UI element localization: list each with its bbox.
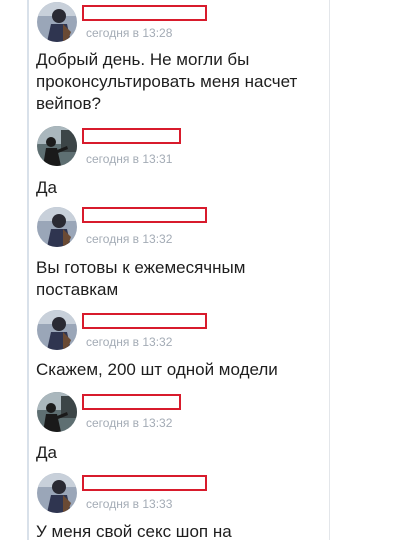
- redacted-sender-name: [82, 128, 181, 144]
- redacted-sender-name: [82, 394, 181, 410]
- message-text: Скажем, 200 шт одной модели: [36, 360, 278, 379]
- redacted-sender-name: [82, 313, 207, 329]
- message-timestamp: сегодня в 13:32: [86, 232, 173, 246]
- avatar[interactable]: [37, 392, 77, 432]
- message-text: Вы готовы к ежемесячным поставкам: [36, 258, 246, 299]
- avatar[interactable]: [37, 310, 77, 350]
- redacted-sender-name: [82, 207, 207, 223]
- message-text: Добрый день. Не могли бы проконсультиров…: [36, 50, 298, 113]
- redacted-sender-name: [82, 5, 207, 21]
- message-timestamp: сегодня в 13:32: [86, 416, 173, 430]
- outer-background: [330, 0, 401, 540]
- message-text: Да: [36, 443, 57, 462]
- thread-gutter-line: [27, 0, 29, 540]
- avatar[interactable]: [37, 2, 77, 42]
- avatar[interactable]: [37, 473, 77, 513]
- message-timestamp: сегодня в 13:33: [86, 497, 173, 511]
- message-timestamp: сегодня в 13:28: [86, 26, 173, 40]
- message-timestamp: сегодня в 13:32: [86, 335, 173, 349]
- avatar[interactable]: [37, 126, 77, 166]
- avatar[interactable]: [37, 207, 77, 247]
- message-timestamp: сегодня в 13:31: [86, 152, 173, 166]
- redacted-sender-name: [82, 475, 207, 491]
- message-text: Да: [36, 178, 57, 197]
